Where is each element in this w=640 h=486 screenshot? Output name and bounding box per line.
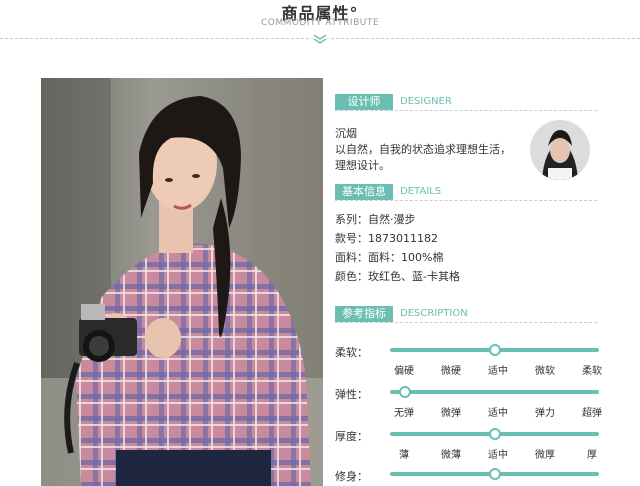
slider-knob[interactable] <box>488 344 501 356</box>
rating-scale: 薄 微薄 适中 微厚 厚 <box>386 446 610 461</box>
scale-option: 微软 <box>535 366 555 377</box>
designer-motto-line-2: 理想设计。 <box>335 159 390 172</box>
description-tag-en: DESCRIPTION <box>400 308 468 319</box>
scale-option: 柔软 <box>582 366 602 377</box>
scale-option: 薄 <box>399 450 409 461</box>
scale-option: 微弹 <box>441 408 461 419</box>
detail-series: 系列：自然·漫步 <box>335 213 416 226</box>
scale-option: 微硬 <box>441 366 461 377</box>
detail-fabric: 面料：面料：100%棉 <box>335 251 444 264</box>
product-photo <box>41 78 323 486</box>
description-divider <box>335 322 597 323</box>
designer-motto-line-1: 以自然，自我的状态追求理想生活， <box>335 143 511 156</box>
details-tag: 基本信息 <box>335 184 393 200</box>
scale-option: 厚 <box>587 450 597 461</box>
scale-option: 超弹 <box>582 408 602 419</box>
scale-option: 偏硬 <box>394 366 414 377</box>
scale-option: 无弹 <box>394 408 414 419</box>
rating-label: 弹性： <box>335 388 368 401</box>
designer-tag-en: DESIGNER <box>400 96 452 107</box>
designer-tag: 设计师 <box>335 94 393 110</box>
details-divider <box>335 200 597 201</box>
scale-option: 微薄 <box>441 450 461 461</box>
scale-option: 微厚 <box>535 450 555 461</box>
detail-color: 颜色：玫红色、蓝-卡其格 <box>335 270 460 283</box>
page-subtitle: COMMODITY ATTRIBUTE <box>260 18 380 28</box>
scale-option: 弹力 <box>535 408 555 419</box>
rating-label: 厚度： <box>335 430 368 443</box>
rating-scale: 偏硬 微硬 适中 微软 柔软 <box>386 362 610 377</box>
designer-avatar <box>530 120 590 180</box>
detail-number: 款号：1873011182 <box>335 232 438 245</box>
scale-option: 适中 <box>488 366 508 377</box>
rating-slider[interactable] <box>390 386 599 398</box>
rating-slider[interactable] <box>390 344 599 356</box>
slider-knob[interactable] <box>398 386 411 398</box>
scale-option: 适中 <box>488 450 508 461</box>
rating-label: 柔软： <box>335 346 368 359</box>
details-tag-en: DETAILS <box>400 186 442 197</box>
rating-scale: 无弹 微弹 适中 弹力 超弹 <box>386 404 610 419</box>
rating-slider[interactable] <box>390 468 599 480</box>
scale-option: 适中 <box>488 408 508 419</box>
slider-knob[interactable] <box>488 468 501 480</box>
slider-knob[interactable] <box>488 428 501 440</box>
rating-slider[interactable] <box>390 428 599 440</box>
rating-label: 修身： <box>335 470 368 483</box>
description-tag: 参考指标 <box>335 306 393 322</box>
designer-name: 沉烟 <box>335 127 357 140</box>
chevron-down-icon <box>311 33 329 45</box>
designer-divider <box>335 110 597 111</box>
